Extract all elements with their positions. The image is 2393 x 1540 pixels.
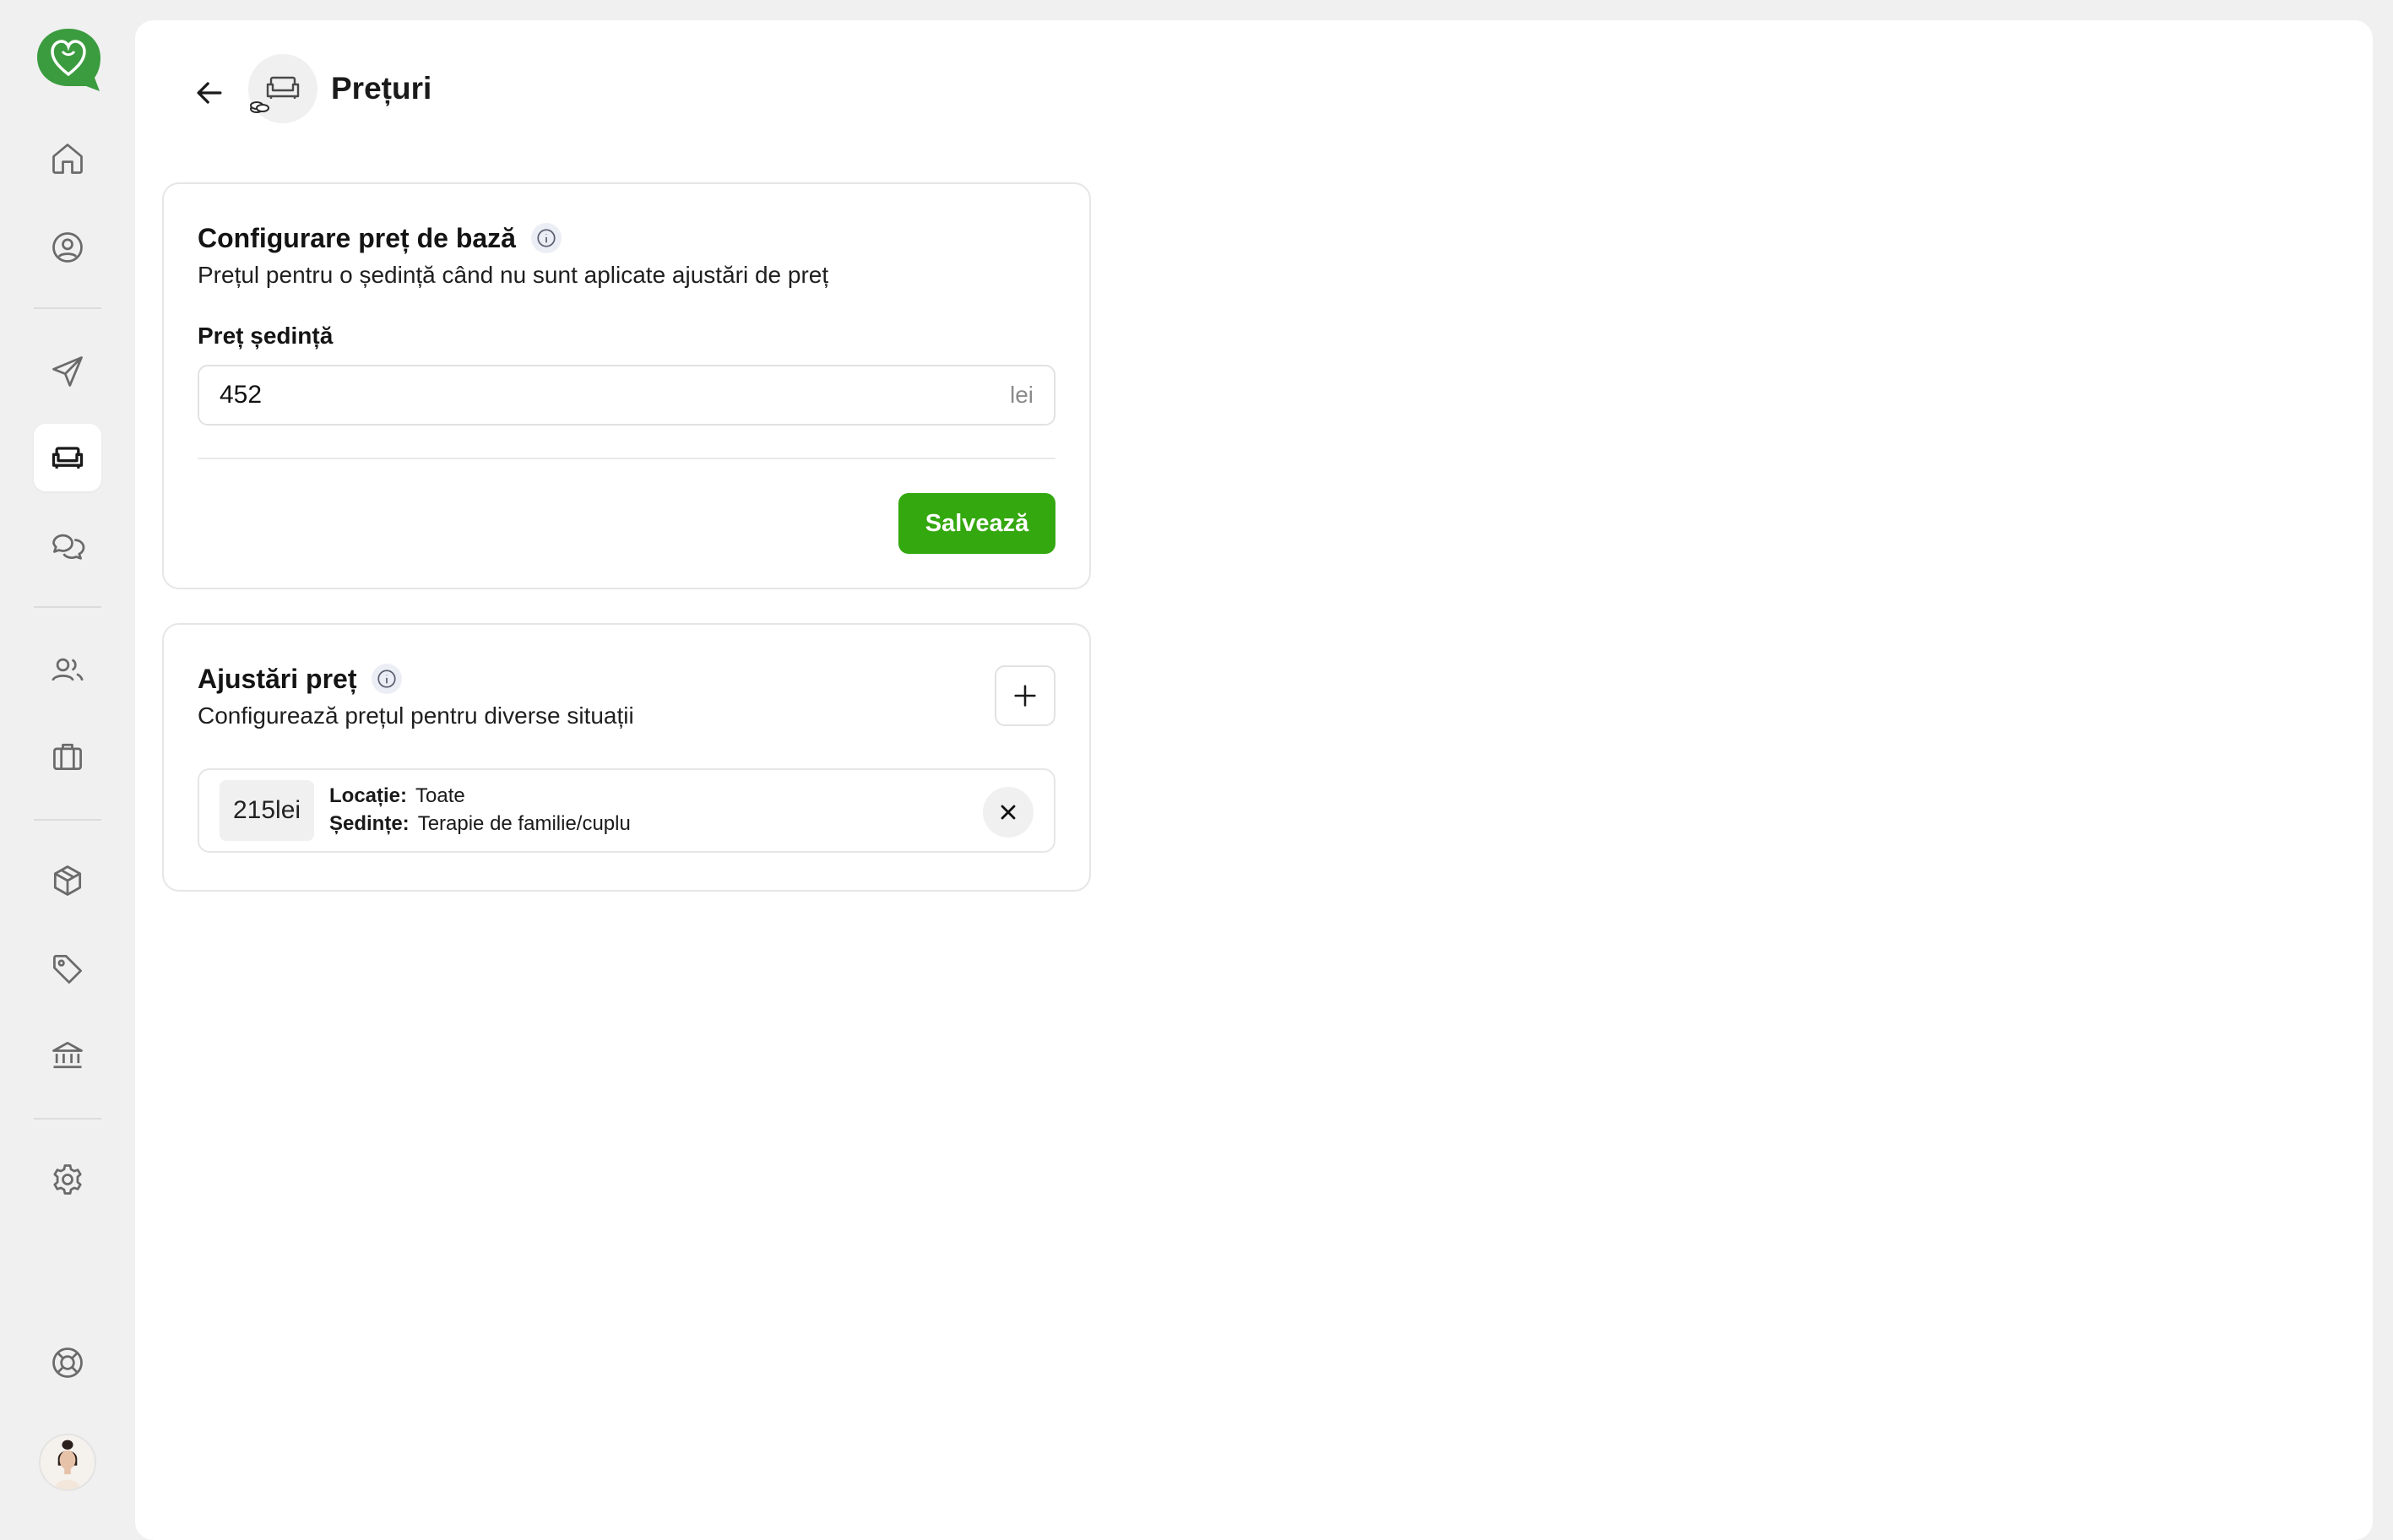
location-value: Toate (415, 784, 465, 807)
page-title: Prețuri (331, 71, 432, 106)
adjustments-title: Ajustări preț (198, 664, 357, 694)
box-icon (53, 865, 82, 896)
adjustment-price: 215lei (220, 780, 315, 841)
sidebar-item-billing[interactable] (34, 1022, 101, 1089)
adjustment-location: Locație: Toate (329, 782, 631, 810)
user-circle-icon (52, 232, 83, 263)
adjustments-title-row: Ajustări preț (198, 660, 403, 697)
sidebar-item-help[interactable] (34, 1329, 101, 1396)
session-price-label: Preț ședință (198, 323, 334, 349)
sidebar-item-messages[interactable] (34, 512, 101, 580)
arrow-left-icon (197, 82, 222, 104)
sidebar-item-sessions[interactable] (34, 424, 101, 491)
sofa-coins-icon (250, 76, 300, 113)
briefcase-icon (53, 743, 82, 771)
sessions-value: Terapie de familie/cuplu (417, 812, 631, 835)
gear-icon (53, 1164, 82, 1195)
page-icon (248, 54, 317, 123)
tag-icon (53, 955, 82, 984)
chat-icon (52, 534, 85, 560)
adjustment-details: Locație: Toate Ședințe: Terapie de familie… (329, 782, 631, 838)
sidebar-item-packages[interactable] (34, 847, 101, 914)
main-panel: Prețuri Configurare preț de bază Prețul … (135, 20, 2373, 1540)
sidebar-item-settings[interactable] (34, 1146, 101, 1213)
send-icon (52, 356, 83, 387)
info-icon[interactable] (372, 664, 403, 694)
adjustments-subtitle: Configurează prețul pentru diverse situa… (198, 702, 634, 729)
sidebar-divider (34, 307, 101, 309)
sidebar (0, 0, 135, 1530)
base-price-subtitle: Prețul pentru o ședință când nu sunt apl… (198, 262, 829, 288)
adjustment-item: 215lei Locație: Toate Ședințe: Terapie de … (198, 768, 1055, 853)
avatar[interactable] (39, 1434, 96, 1491)
sidebar-item-prices[interactable] (34, 935, 101, 1003)
sidebar-item-profile[interactable] (34, 214, 101, 281)
sessions-label: Ședințe: (329, 812, 410, 835)
sidebar-item-work[interactable] (34, 723, 101, 790)
price-adjustments-card: Ajustări preț Configurează prețul pentru… (162, 623, 1091, 892)
base-price-title: Configurare preț de bază (198, 223, 516, 253)
users-icon (52, 658, 84, 681)
save-button[interactable]: Salvează (898, 493, 1055, 554)
adjustment-sessions: Ședințe: Terapie de familie/cuplu (329, 810, 631, 838)
bank-icon (52, 1041, 83, 1069)
sidebar-divider (34, 819, 101, 821)
currency-suffix: lei (1009, 382, 1034, 408)
close-icon (1001, 805, 1016, 820)
add-adjustment-button[interactable] (995, 665, 1055, 726)
sidebar-item-send[interactable] (34, 338, 101, 405)
base-price-title-row: Configurare preț de bază (198, 220, 562, 257)
remove-adjustment-button[interactable] (983, 787, 1034, 838)
back-button[interactable] (182, 66, 236, 120)
sofa-icon (52, 447, 84, 469)
sidebar-divider (34, 606, 101, 608)
divider (198, 458, 1055, 459)
lifebuoy-icon (52, 1348, 83, 1378)
location-label: Locație: (329, 784, 408, 807)
sidebar-divider (34, 1118, 101, 1120)
home-icon (52, 144, 83, 174)
plus-icon (1014, 685, 1036, 707)
base-price-card: Configurare preț de bază Prețul pentru o… (162, 182, 1091, 589)
sidebar-item-clients[interactable] (34, 636, 101, 703)
session-price-input[interactable]: 452 (220, 381, 262, 409)
sidebar-item-home[interactable] (34, 125, 101, 192)
app-logo[interactable] (34, 25, 103, 93)
session-price-field[interactable]: 452 lei (198, 365, 1055, 426)
info-icon[interactable] (530, 223, 562, 253)
